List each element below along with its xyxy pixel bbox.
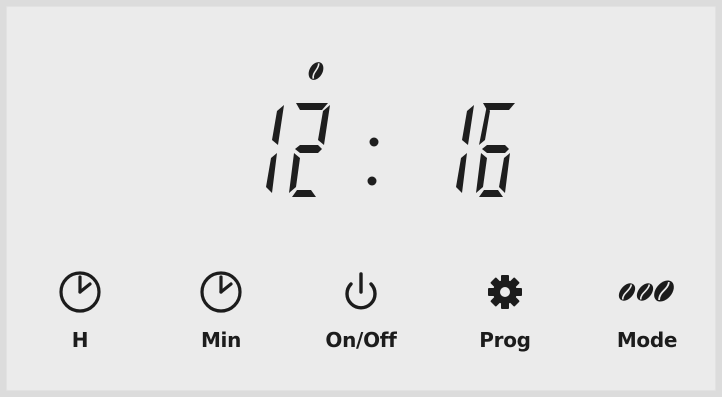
three-coffee-beans-icon [618, 280, 674, 302]
segment-g [482, 145, 509, 153]
min-button-label: Min [200, 328, 242, 352]
segment-c [456, 153, 467, 193]
time-colon [367, 137, 379, 186]
segment-b [272, 105, 284, 145]
segment-e [476, 153, 487, 193]
gear-icon [488, 275, 522, 309]
segment-c [266, 153, 277, 193]
mode-button[interactable]: Mode [592, 262, 702, 362]
minute-ones-digit: 6 [476, 103, 515, 197]
on-off-button[interactable]: On/Off [306, 262, 416, 362]
segment-b [462, 105, 474, 145]
power-icon [345, 272, 377, 310]
segment-f [479, 105, 490, 145]
segment-d [292, 190, 316, 197]
minute-tens-digit: 1 [456, 105, 474, 193]
prog-button[interactable]: Prog [450, 262, 560, 362]
on-off-button-label: On/Off [325, 328, 397, 352]
prog-button-label: Prog [479, 328, 531, 352]
h-button-label: H [71, 328, 89, 352]
segment-g [295, 145, 322, 153]
h-button[interactable]: H [25, 262, 135, 362]
mode-button-label: Mode [616, 328, 678, 352]
segment-d [479, 190, 503, 197]
hour-ones-digit: 2 [289, 103, 330, 197]
min-button[interactable]: Min [166, 262, 276, 362]
segment-a [296, 103, 328, 110]
segment-c [499, 153, 510, 193]
hour-tens-digit: 1 [266, 105, 284, 193]
clock-icon [59, 271, 101, 313]
clock-icon [200, 271, 242, 313]
segment-e [289, 153, 300, 193]
clock-display: 1 2 1 6 [266, 62, 515, 197]
segment-b [318, 105, 330, 145]
coffee-bean-indicator-icon [308, 62, 324, 80]
